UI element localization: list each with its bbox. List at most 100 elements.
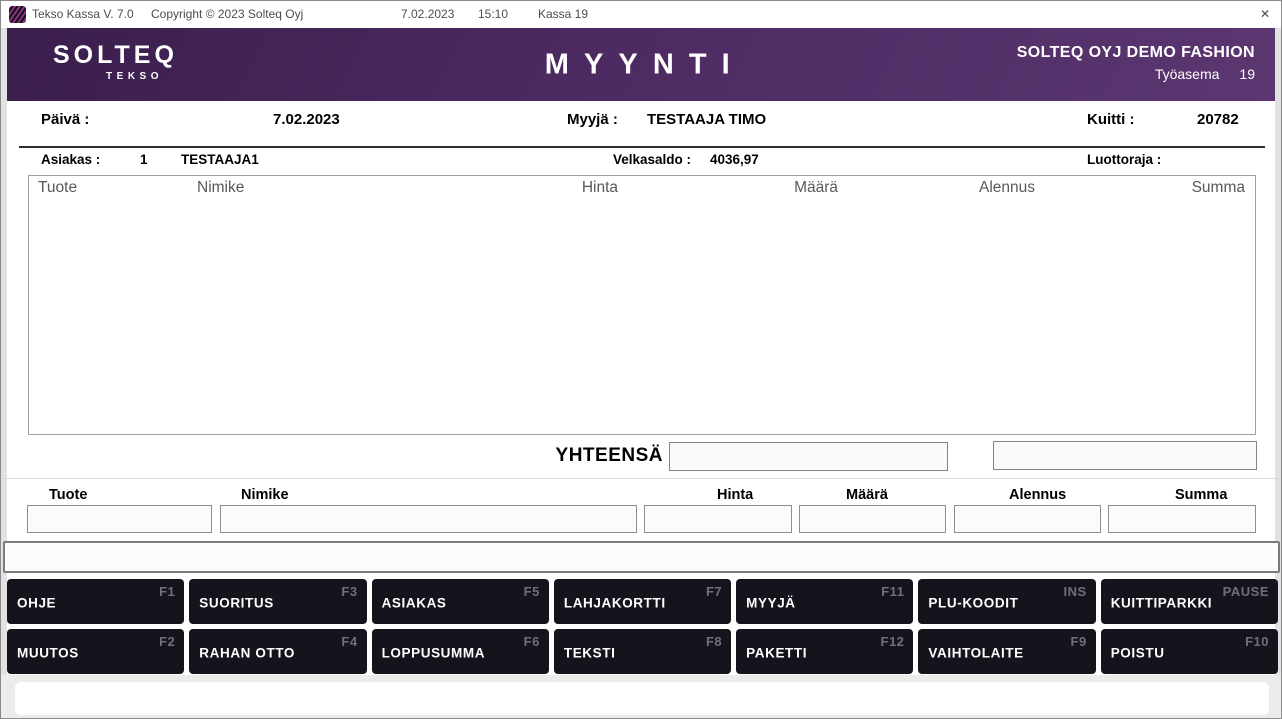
button-label: OHJE	[17, 595, 56, 610]
fkey-badge: F10	[1245, 634, 1269, 649]
lahjakortti-button[interactable]: LAHJAKORTTI F7	[554, 579, 731, 624]
button-label: RAHAN OTTO	[199, 645, 295, 660]
fkey-badge: F2	[159, 634, 175, 649]
brand-name: SOLTEQ	[53, 42, 165, 70]
button-label: TEKSTI	[564, 645, 616, 660]
section-divider	[1, 478, 1281, 479]
sale-lines-table: Tuote Nimike Hinta Määrä Alennus Summa	[28, 175, 1256, 435]
fkey-badge: PAUSE	[1223, 584, 1269, 599]
bottom-band	[1, 675, 1281, 718]
table-header-row: Tuote Nimike Hinta Määrä Alennus Summa	[29, 176, 1255, 202]
vaihtolaite-button[interactable]: VAIHTOLAITE F9	[918, 629, 1095, 674]
customer-label: Asiakas :	[41, 152, 100, 167]
button-label: PLU-KOODIT	[928, 595, 1018, 610]
maara-input[interactable]	[799, 505, 946, 533]
function-button-grid: OHJE F1 SUORITUS F3 ASIAKAS F5 LAHJAKORT…	[7, 579, 1278, 674]
button-label: VAIHTOLAITE	[928, 645, 1023, 660]
rahan-otto-button[interactable]: RAHAN OTTO F4	[189, 629, 366, 674]
date-value: 7.02.2023	[273, 111, 340, 128]
divider-line	[19, 146, 1265, 148]
button-label: KUITTIPARKKI	[1111, 595, 1212, 610]
solteq-app-icon	[9, 6, 26, 23]
customer-name: TESTAAJA1	[181, 152, 259, 167]
fkey-badge: F6	[524, 634, 540, 649]
credit-label: Luottoraja :	[1087, 152, 1161, 167]
receipt-value: 20782	[1197, 111, 1239, 128]
button-label: ASIAKAS	[382, 595, 447, 610]
brand-subname: TEKSO	[53, 71, 165, 82]
button-label: LAHJAKORTTI	[564, 595, 666, 610]
suoritus-button[interactable]: SUORITUS F3	[189, 579, 366, 624]
date-label: Päivä :	[41, 111, 89, 128]
titlebar-date: 7.02.2023	[401, 7, 454, 21]
fkey-badge: F12	[881, 634, 905, 649]
button-label: LOPPUSUMMA	[382, 645, 486, 660]
fkey-badge: F9	[1071, 634, 1087, 649]
workstation-value: 19	[1239, 66, 1255, 82]
button-label: POISTU	[1111, 645, 1165, 660]
fkey-badge: F11	[881, 584, 904, 599]
column-header-nimike: Nimike	[197, 179, 244, 197]
column-header-summa: Summa	[1192, 179, 1245, 197]
button-label: PAKETTI	[746, 645, 807, 660]
customer-number: 1	[140, 152, 148, 167]
plu-koodit-button[interactable]: PLU-KOODIT INS	[918, 579, 1095, 624]
entry-label-tuote: Tuote	[49, 487, 87, 503]
muutos-button[interactable]: MUUTOS F2	[7, 629, 184, 674]
teksti-button[interactable]: TEKSTI F8	[554, 629, 731, 674]
store-name: SOLTEQ OYJ DEMO FASHION	[1017, 44, 1255, 62]
total-label: YHTEENSÄ	[541, 445, 663, 467]
title-bar: Tekso Kassa V. 7.0 Copyright © 2023 Solt…	[1, 1, 1281, 28]
hinta-input[interactable]	[644, 505, 792, 533]
column-header-alennus: Alennus	[979, 179, 1035, 197]
pos-window: Tekso Kassa V. 7.0 Copyright © 2023 Solt…	[0, 0, 1282, 719]
button-label: SUORITUS	[199, 595, 274, 610]
ohje-button[interactable]: OHJE F1	[7, 579, 184, 624]
message-bar[interactable]	[3, 541, 1280, 573]
tuote-input[interactable]	[27, 505, 212, 533]
debt-label: Velkasaldo :	[613, 152, 691, 167]
fkey-badge: F1	[159, 584, 175, 599]
titlebar-time: 15:10	[478, 7, 508, 21]
alennus-input[interactable]	[954, 505, 1101, 533]
workstation-label: Työasema	[1155, 66, 1220, 82]
receipt-label: Kuitti :	[1087, 111, 1134, 128]
fkey-badge: F5	[524, 584, 540, 599]
kuittiparkki-button[interactable]: KUITTIPARKKI PAUSE	[1101, 579, 1278, 624]
seller-value: TESTAAJA TIMO	[647, 111, 766, 128]
column-header-tuote: Tuote	[38, 179, 77, 197]
fkey-badge: F4	[341, 634, 357, 649]
register-number: Kassa 19	[538, 7, 588, 21]
entry-label-maara: Määrä	[846, 487, 888, 503]
solteq-logo: SOLTEQ TEKSO	[53, 42, 165, 82]
fkey-badge: INS	[1064, 584, 1087, 599]
debt-value: 4036,97	[710, 152, 759, 167]
page-title: MYYNTI	[537, 48, 745, 81]
column-header-maara: Määrä	[794, 179, 838, 197]
entry-label-alennus: Alennus	[1009, 487, 1066, 503]
loppusumma-button[interactable]: LOPPUSUMMA F6	[372, 629, 549, 674]
total-secondary-box	[993, 441, 1257, 470]
status-strip	[15, 682, 1269, 715]
copyright-text: Copyright © 2023 Solteq Oyj	[151, 7, 303, 21]
button-label: MUUTOS	[17, 645, 79, 660]
button-label: MYYJÄ	[746, 595, 796, 610]
entry-label-summa: Summa	[1175, 487, 1227, 503]
app-header: SOLTEQ TEKSO MYYNTI SOLTEQ OYJ DEMO FASH…	[7, 28, 1275, 101]
store-info: SOLTEQ OYJ DEMO FASHION Työasema 19	[1017, 44, 1255, 82]
nimike-input[interactable]	[220, 505, 637, 533]
app-title: Tekso Kassa V. 7.0	[32, 7, 134, 21]
entry-label-hinta: Hinta	[717, 487, 753, 503]
fkey-badge: F8	[706, 634, 722, 649]
poistu-button[interactable]: POISTU F10	[1101, 629, 1278, 674]
myyja-button[interactable]: MYYJÄ F11	[736, 579, 913, 624]
total-value-box	[669, 442, 948, 471]
fkey-badge: F3	[341, 584, 357, 599]
summa-input[interactable]	[1108, 505, 1256, 533]
asiakas-button[interactable]: ASIAKAS F5	[372, 579, 549, 624]
fkey-badge: F7	[706, 584, 722, 599]
close-icon[interactable]: ✕	[1260, 7, 1270, 21]
workstation-info: Työasema 19	[1017, 66, 1255, 82]
paketti-button[interactable]: PAKETTI F12	[736, 629, 913, 674]
column-header-hinta: Hinta	[582, 179, 618, 197]
